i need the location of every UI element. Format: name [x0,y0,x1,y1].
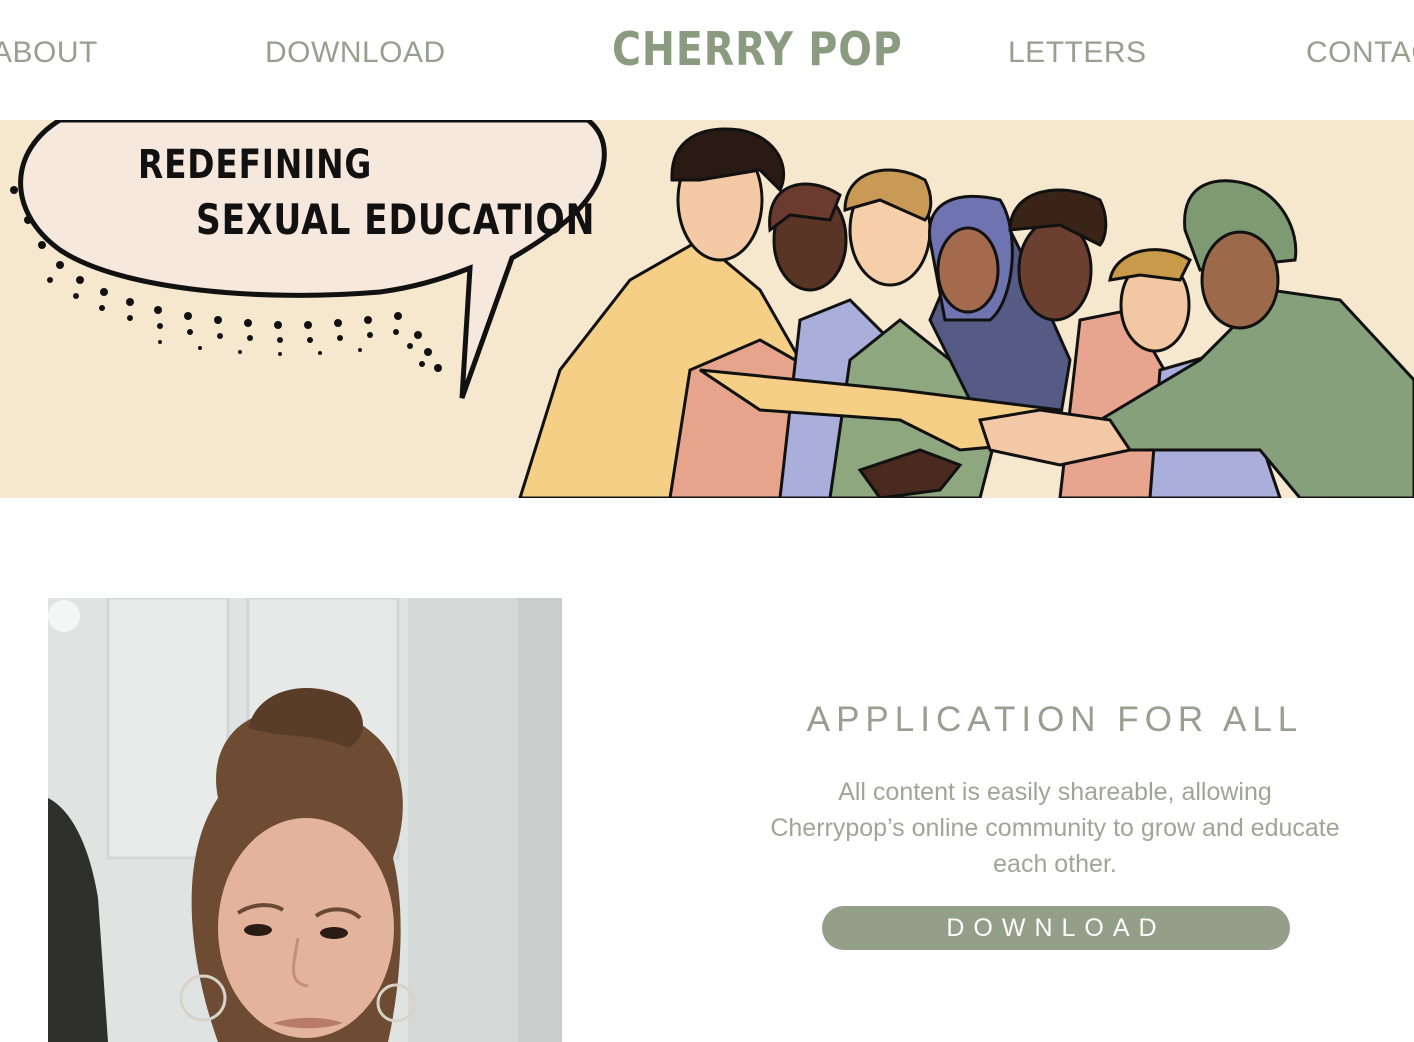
portrait-image [48,598,562,1042]
feature-photo [48,598,562,1042]
nav-link-download[interactable]: DOWNLOAD [265,36,446,70]
hero-headline-line-2: SEXUAL EDUCATION [196,195,596,244]
people-group-illustration [518,127,1414,498]
nav-link-letters[interactable]: LETTERS [1008,36,1147,70]
top-navigation: ABOUT DOWNLOAD CHERRY POP LETTERS CONTAC… [0,0,1414,120]
section-description: All content is easily shareable, allowin… [770,778,1340,878]
nav-link-about[interactable]: ABOUT [0,36,98,70]
site-logo[interactable]: CHERRY POP [612,22,902,82]
hero-banner: REDEFINING SEXUAL EDUCATION [0,120,1414,498]
nav-link-contact[interactable]: CONTACT [1306,36,1414,70]
hero-headline-line-1: REDEFINING [138,142,373,188]
download-button[interactable]: DOWNLOAD [822,906,1290,950]
section-title: APPLICATION FOR ALL [806,700,1304,739]
